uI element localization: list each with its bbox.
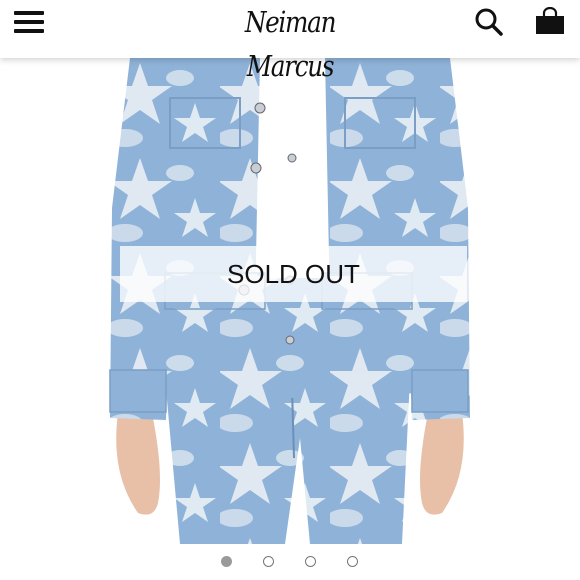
- carousel-dot-1[interactable]: [221, 556, 232, 567]
- carousel-dot-2[interactable]: [263, 556, 274, 567]
- sold-out-banner: SOLD OUT: [120, 246, 467, 302]
- search-icon[interactable]: [474, 7, 504, 37]
- shopping-bag-icon[interactable]: [535, 7, 565, 35]
- header-bar: Neiman Marcus: [0, 0, 580, 83]
- brand-logo[interactable]: Neiman Marcus: [205, 0, 375, 83]
- carousel-dots: [0, 554, 580, 574]
- carousel-dot-3[interactable]: [305, 556, 316, 567]
- hamburger-menu-icon[interactable]: [14, 9, 46, 35]
- carousel-dot-4[interactable]: [347, 556, 358, 567]
- product-image[interactable]: SOLD OUT: [0, 58, 580, 544]
